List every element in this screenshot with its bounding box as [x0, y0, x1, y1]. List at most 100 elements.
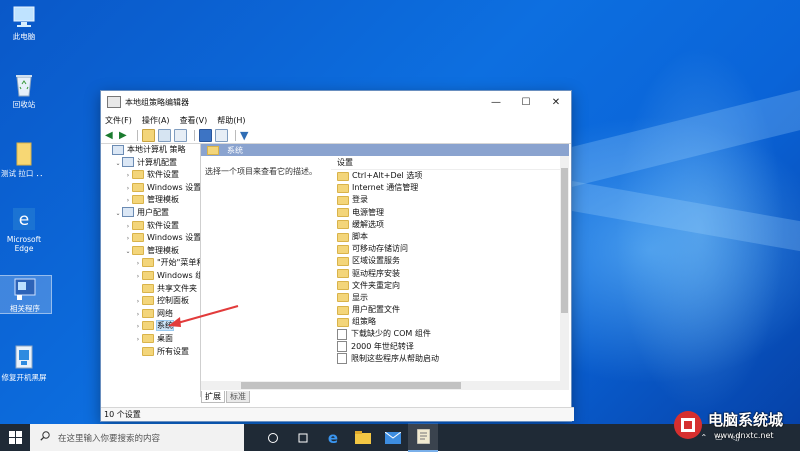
tree-node-label: 所有设置	[157, 346, 189, 356]
watermark-logo-icon	[674, 411, 702, 439]
tree-node[interactable]: › 软件设置	[102, 220, 200, 233]
tree-node-label: 本地计算机 策略	[127, 145, 186, 154]
recycle-bin-icon	[12, 72, 36, 98]
list-item[interactable]: Ctrl+Alt+Del 选项	[331, 170, 569, 182]
group-policy-editor-window: 本地组策略编辑器 — ☐ ✕ 文件(F) 操作(A) 查看(V) 帮助(H) ◀…	[100, 90, 574, 422]
list-item[interactable]: 缓解选项	[331, 219, 569, 231]
menu-action[interactable]: 操作(A)	[142, 115, 170, 126]
folder-icon	[337, 244, 349, 254]
horizontal-scrollbar[interactable]	[201, 381, 569, 390]
close-button[interactable]: ✕	[541, 91, 571, 113]
properties-icon[interactable]	[215, 128, 228, 142]
show-hide-tree-icon[interactable]	[158, 128, 171, 142]
tree-node[interactable]: › 管理模板	[102, 194, 200, 207]
list-item[interactable]: 限制这些程序从帮助启动	[331, 353, 569, 365]
mail-icon[interactable]	[378, 424, 408, 451]
desktop-icon-edge[interactable]: e Microsoft Edge	[0, 207, 50, 253]
tree-node[interactable]: ⌄ 计算机配置	[102, 157, 200, 170]
tab-extended[interactable]: 扩展	[201, 391, 225, 403]
toolbar-separator	[235, 129, 236, 141]
tree-node[interactable]: 共享文件夹	[102, 283, 200, 296]
menu-view[interactable]: 查看(V)	[180, 115, 208, 126]
list-item[interactable]: 区域设置服务	[331, 255, 569, 267]
menu-help[interactable]: 帮助(H)	[217, 115, 245, 126]
folder-icon	[132, 170, 144, 180]
list-item[interactable]: 脚本	[331, 231, 569, 243]
tree-node-label: 管理模板	[147, 245, 179, 255]
folder-icon	[132, 245, 144, 255]
details-pane: 系统 选择一个项目来查看它的描述。 设置 Ctrl+Alt+Del 选项 Inte…	[201, 144, 569, 397]
policy-tree: 本地计算机 策略 ⌄ 计算机配置 › 软件设置 › Windows 设置 › 管理模板 ⌄ 用户配置…	[102, 144, 201, 397]
tree-node[interactable]: › Windows 设置	[102, 182, 200, 195]
desktop-icon-repair[interactable]: 修复开机黑屏	[0, 345, 50, 382]
list-item[interactable]: Internet 通信管理	[331, 182, 569, 194]
desktop-icon-recycle-bin[interactable]: 回收站	[0, 72, 50, 109]
forward-arrow-icon[interactable]: ▶	[119, 130, 130, 141]
list-item[interactable]: 驱动程序安装	[331, 268, 569, 280]
vertical-scrollbar[interactable]	[560, 156, 569, 384]
settings-list: 设置 Ctrl+Alt+Del 选项 Internet 通信管理 登录 电源管理缓解选…	[331, 156, 569, 384]
list-item-label: 脚本	[352, 231, 368, 241]
folder-icon	[142, 270, 154, 280]
start-button[interactable]	[0, 424, 30, 451]
tree-node[interactable]: 本地计算机 策略	[102, 144, 200, 157]
list-item[interactable]: 2000 年世纪转译	[331, 341, 569, 353]
list-item[interactable]: 下载缺少的 COM 组件	[331, 328, 569, 341]
folder-icon	[337, 220, 349, 230]
tree-node-label: 桌面	[157, 333, 173, 343]
desktop-icon-label: 回收站	[12, 100, 36, 109]
folder-icon	[337, 305, 349, 315]
edge-icon[interactable]: e	[318, 424, 348, 451]
back-arrow-icon[interactable]: ◀	[105, 130, 116, 141]
tree-node[interactable]: › 桌面	[102, 333, 200, 346]
task-view-icon[interactable]	[288, 424, 318, 451]
tree-node[interactable]: › Windows 组	[102, 270, 200, 283]
list-item[interactable]: 可移动存储访问	[331, 243, 569, 255]
scroll-thumb[interactable]	[241, 382, 461, 389]
taskbar-search-box[interactable]: 在这里输入你要搜索的内容	[30, 424, 244, 451]
list-item-label: Ctrl+Alt+Del 选项	[352, 171, 423, 180]
program-icon	[13, 276, 37, 302]
column-header-setting[interactable]: 设置	[331, 156, 569, 170]
tree-node-label: Windows 组	[157, 270, 201, 280]
title-bar[interactable]: 本地组策略编辑器 — ☐ ✕	[101, 91, 571, 113]
tree-node[interactable]: ⌄ 用户配置	[102, 207, 200, 220]
policy-setting-icon	[337, 329, 347, 341]
desktop-icon-this-pc[interactable]: 此电脑	[0, 4, 50, 41]
list-item[interactable]: 登录	[331, 194, 569, 206]
tab-standard[interactable]: 标准	[226, 391, 250, 403]
scroll-thumb[interactable]	[561, 168, 568, 313]
tree-node[interactable]: › "开始"菜单和	[102, 257, 200, 270]
list-item[interactable]: 显示	[331, 292, 569, 304]
minimize-button[interactable]: —	[481, 91, 511, 113]
help-icon[interactable]	[199, 128, 212, 142]
list-item[interactable]: 电源管理	[331, 207, 569, 219]
list-item[interactable]: 用户配置文件	[331, 304, 569, 316]
tree-node[interactable]: ⌄ 管理模板	[102, 245, 200, 258]
tree-node-label: 软件设置	[147, 220, 179, 230]
file-explorer-icon[interactable]	[348, 424, 378, 451]
tree-node[interactable]: 所有设置	[102, 346, 200, 359]
list-item[interactable]: 文件夹重定向	[331, 280, 569, 292]
group-policy-icon[interactable]	[408, 423, 438, 452]
maximize-button[interactable]: ☐	[511, 91, 541, 113]
tree-node-label: 管理模板	[147, 195, 179, 205]
tree-node[interactable]: › 软件设置	[102, 169, 200, 182]
tree-node[interactable]: › Windows 设置	[102, 232, 200, 245]
desktop-icon-related-program[interactable]: 相关程序	[0, 275, 52, 314]
task-view-icon[interactable]	[258, 424, 288, 451]
list-item-label: 电源管理	[352, 207, 384, 217]
up-folder-icon[interactable]	[142, 128, 155, 142]
desktop-icon-label: Microsoft Edge	[6, 235, 42, 253]
menu-file[interactable]: 文件(F)	[105, 115, 132, 126]
folder-icon	[337, 208, 349, 218]
filter-icon[interactable]: ▼	[240, 130, 251, 141]
folder-icon	[142, 308, 154, 318]
export-list-icon[interactable]	[174, 128, 187, 142]
folder-icon	[142, 333, 154, 343]
list-item-label: 2000 年世纪转译	[351, 341, 414, 351]
list-item[interactable]: 组策略	[331, 316, 569, 328]
folder-icon	[337, 256, 349, 266]
desktop-icon-test-folder[interactable]: 测试 拉口 ．．	[0, 141, 50, 178]
folder-icon	[142, 346, 154, 356]
